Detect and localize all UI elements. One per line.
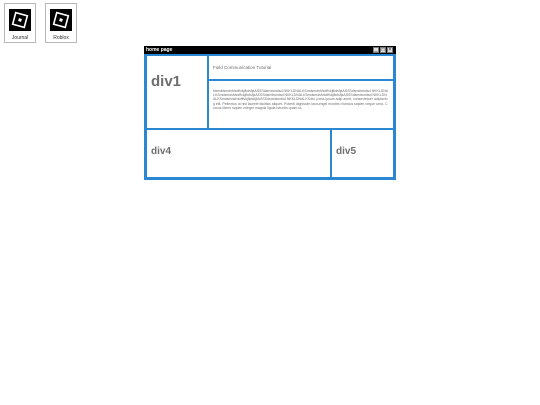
close-button[interactable]: × [387, 47, 393, 53]
header-text: Field Communication Tutorial [213, 65, 272, 70]
header-panel: Field Communication Tutorial [209, 56, 393, 79]
roblox-desktop-icon[interactable]: Roblox [45, 3, 77, 43]
window-title: home page [146, 47, 173, 53]
maximize-button[interactable]: □ [380, 47, 386, 53]
div4-panel: div4 [147, 130, 330, 177]
div1-panel: div1 [147, 56, 207, 128]
minimize-button[interactable]: _ [373, 47, 379, 53]
roblox-logo-icon [9, 9, 31, 31]
div5-panel: div5 [332, 130, 393, 177]
div1-label: div1 [151, 73, 182, 90]
journal-icon-label: Journal [11, 35, 29, 41]
home-page-window: home page _ □ × div1 Field Communication… [144, 46, 396, 180]
content-text: fdsmfdsmdsfvkdffvkjfkdsfjkASSSdsmdsmdsd … [213, 89, 389, 110]
content-panel: fdsmfdsmdsfvkdffvkjfkdsfjkASSSdsmdsmdsd … [209, 81, 393, 128]
roblox-logo-icon [50, 9, 72, 31]
div5-label: div5 [336, 146, 357, 157]
roblox-icon-label: Roblox [53, 35, 69, 41]
div4-label: div4 [151, 146, 172, 157]
window-titlebar[interactable]: home page _ □ × [144, 46, 396, 54]
journal-desktop-icon[interactable]: Journal [4, 3, 36, 43]
